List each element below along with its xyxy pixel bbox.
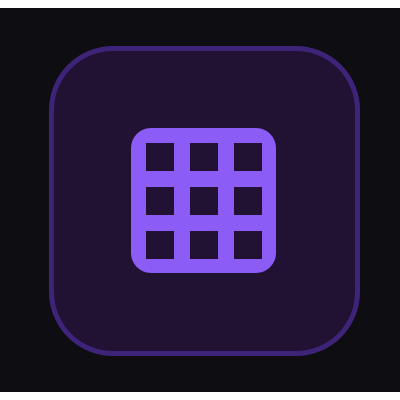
icon-canvas <box>0 8 400 392</box>
grid-icon <box>131 128 276 273</box>
